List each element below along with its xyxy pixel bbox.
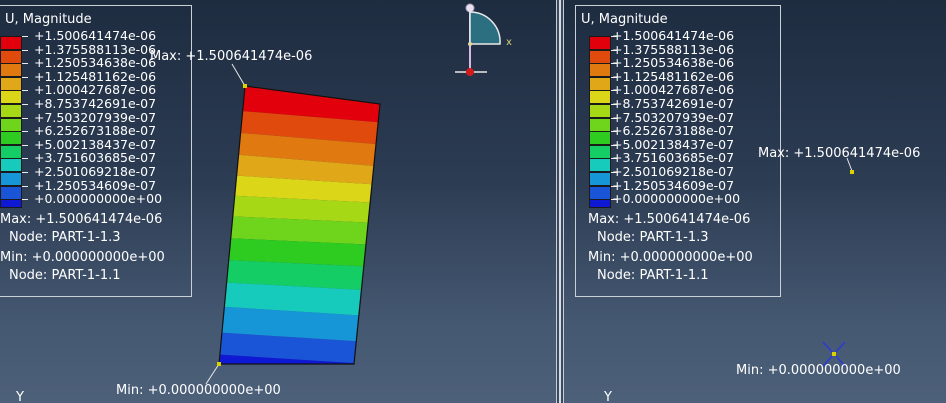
max-annotation: Max: +1.500641474e-06 (150, 49, 313, 64)
min-annotation: Min: +0.000000000e+00 (116, 383, 281, 398)
right-viewport[interactable]: U, Magnitude +1.500641474e-06 +1.37558811… (564, 0, 946, 403)
left-viewport[interactable]: U, Magnitude +1.500641474e-06 +1.37558811… (0, 0, 556, 403)
min-leader-line (205, 363, 220, 385)
max-leader-line (231, 63, 246, 87)
min-node-marker (217, 362, 221, 366)
view-triad-icon (455, 3, 501, 76)
triad-x-label: x (506, 37, 512, 48)
max-annotation: Max: +1.500641474e-06 (758, 146, 921, 161)
min-node-marker (832, 352, 836, 356)
max-node-marker (850, 170, 854, 174)
axis-y-label: Y (604, 390, 612, 403)
collapsed-part-view[interactable] (564, 0, 946, 403)
min-annotation: Min: +0.000000000e+00 (736, 363, 901, 378)
axis-y-label: Y (16, 390, 24, 403)
viewport-divider[interactable] (556, 0, 564, 403)
max-node-marker (243, 84, 247, 88)
